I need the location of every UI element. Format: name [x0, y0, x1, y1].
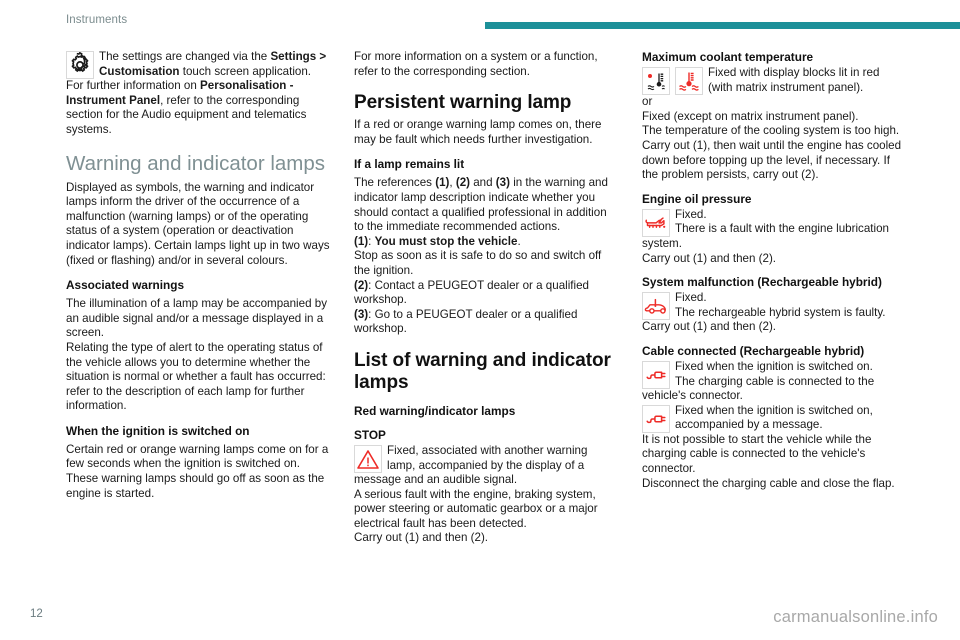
- item-2-label: (2): [354, 278, 369, 292]
- settings-note-text-2: touch screen application.: [179, 64, 312, 78]
- gear-icon: [66, 51, 94, 79]
- body-more-information: For more information on a system or a fu…: [354, 50, 598, 78]
- coolant-body-2: Fixed (except on matrix instrument panel…: [642, 109, 859, 123]
- item-1-line: (1): You must stop the vehicle.: [354, 235, 618, 250]
- hybrid-body-1: Fixed.: [675, 291, 707, 305]
- heading-persistent-warning-lamp: Persistent warning lamp: [354, 92, 572, 114]
- coolant-body-4: Carry out (1), then wait until the engin…: [642, 138, 902, 182]
- heading-red-warning-lamps: Red warning/indicator lamps: [354, 403, 516, 418]
- column-right: Maximum coolant temperature Fixed with d…: [642, 50, 906, 580]
- item-3-label: (3): [354, 307, 369, 321]
- further-info-paragraph: For further information on Personalisati…: [66, 79, 330, 137]
- heading-max-coolant-temperature: Maximum coolant temperature: [642, 50, 814, 64]
- body-references: The references (1), (2) and (3) in the w…: [354, 176, 618, 234]
- heading-warning-and-indicator-lamps: Warning and indicator lamps: [66, 151, 326, 175]
- references-pre: The references: [354, 176, 436, 190]
- cable-body-4: It is not possible to start the vehicle …: [642, 432, 872, 476]
- oil-body-3: Carry out (1) and then (2).: [642, 251, 777, 265]
- settings-note-paragraph: The settings are changed via the Setting…: [66, 50, 330, 79]
- heading-cable-connected-hybrid: Cable connected (Rechargeable hybrid): [642, 343, 865, 358]
- cable-lamp-block-1: Fixed when the ignition is switched on. …: [642, 360, 906, 404]
- heading-stop: STOP: [354, 427, 386, 442]
- stop-lamp-block: Fixed, associated with another warning l…: [354, 444, 618, 488]
- item-3-line: (3): Go to a PEUGEOT dealer or a qualifi…: [354, 308, 618, 337]
- cable-body-5: Disconnect the charging cable and close …: [642, 476, 895, 490]
- oil-body-1: Fixed.: [675, 207, 707, 221]
- ref-sep-2: and: [470, 176, 496, 190]
- coolant-or: or: [642, 95, 653, 109]
- page-number: 12: [30, 608, 43, 620]
- page-columns: The settings are changed via the Setting…: [66, 50, 906, 580]
- car-fault-icon: [642, 292, 670, 321]
- header-accent-rule: [485, 22, 960, 29]
- coolant-temperature-icon: [675, 67, 703, 95]
- settings-note-text-1: The settings are changed via the: [99, 50, 271, 63]
- item-2-body: : Contact a PEUGEOT dealer or a qualifie…: [354, 278, 589, 307]
- column-middle: For more information on a system or a fu…: [354, 50, 618, 580]
- oil-body-2: There is a fault with the engine lubrica…: [642, 222, 889, 250]
- manual-page: Instruments The settings are changed via…: [0, 0, 960, 640]
- hybrid-body-3: Carry out (1) and then (2).: [642, 320, 777, 334]
- heading-when-ignition-switched-on: When the ignition is switched on: [66, 423, 250, 438]
- coolant-temperature-matrix-icon: [642, 67, 670, 95]
- charging-plug-icon: [642, 360, 670, 389]
- heading-if-lamp-remains-lit: If a lamp remains lit: [354, 157, 465, 172]
- item-3-body: : Go to a PEUGEOT dealer or a qualified …: [354, 307, 578, 336]
- column-left: The settings are changed via the Setting…: [66, 50, 330, 580]
- item-2-line: (2): Contact a PEUGEOT dealer or a quali…: [354, 279, 618, 308]
- item-1-label: (1): [354, 234, 369, 248]
- breadcrumb-instruments: Instruments: [66, 14, 128, 26]
- page-header: Instruments: [0, 14, 960, 40]
- cable-body-1: Fixed when the ignition is switched on.: [675, 359, 873, 373]
- site-watermark: carmanualsonline.info: [773, 608, 938, 626]
- hybrid-lamp-block: Fixed. The rechargeable hybrid system is…: [642, 291, 906, 321]
- coolant-body-3: The temperature of the cooling system is…: [642, 124, 900, 138]
- heading-associated-warnings: Associated warnings: [66, 278, 185, 293]
- body-displayed-as-symbols: Displayed as symbols, the warning and in…: [66, 180, 330, 267]
- oil-can-icon: [642, 208, 670, 237]
- stop-body-2: A serious fault with the engine, braking…: [354, 487, 598, 530]
- item-1-bold: You must stop the vehicle: [374, 234, 518, 248]
- heading-engine-oil-pressure: Engine oil pressure: [642, 191, 752, 206]
- settings-note-block: The settings are changed via the Setting…: [66, 50, 330, 79]
- item-1-end: .: [517, 234, 521, 248]
- body-persistent-warning: If a red or orange warning lamp comes on…: [354, 118, 602, 146]
- stop-body-1: Fixed, associated with another warning l…: [354, 443, 588, 487]
- ref-1: (1): [435, 176, 450, 190]
- heading-system-malfunction-hybrid: System malfunction (Rechargeable hybrid): [642, 275, 882, 290]
- coolant-lamp-block: Fixed with display blocks lit in red (wi…: [642, 66, 906, 95]
- ref-3: (3): [495, 176, 510, 190]
- stop-body-3: Carry out (1) and then (2).: [354, 531, 489, 545]
- oil-lamp-block: Fixed. There is a fault with the engine …: [642, 208, 906, 252]
- cable-lamp-block-2: Fixed when the ignition is switched on, …: [642, 404, 906, 433]
- item-1-body: Stop as soon as it is safe to do so and …: [354, 249, 602, 277]
- warning-triangle-icon: [354, 444, 382, 473]
- body-ignition-lamps: Certain red or orange warning lamps come…: [66, 442, 329, 500]
- charging-plug-warning-icon: [642, 404, 670, 433]
- cable-body-3: Fixed when the ignition is switched on, …: [675, 403, 873, 432]
- body-illumination: The illumination of a lamp may be accomp…: [66, 297, 327, 340]
- heading-list-of-warning-lamps: List of warning and indicator lamps: [354, 349, 611, 393]
- ref-2: (2): [455, 176, 470, 190]
- further-info-pre: For further information on: [66, 79, 201, 93]
- body-relating-alert: Relating the type of alert to the operat…: [66, 340, 326, 413]
- cable-body-2: The charging cable is connected to the v…: [642, 374, 875, 403]
- hybrid-body-2: The rechargeable hybrid system is faulty…: [675, 305, 886, 319]
